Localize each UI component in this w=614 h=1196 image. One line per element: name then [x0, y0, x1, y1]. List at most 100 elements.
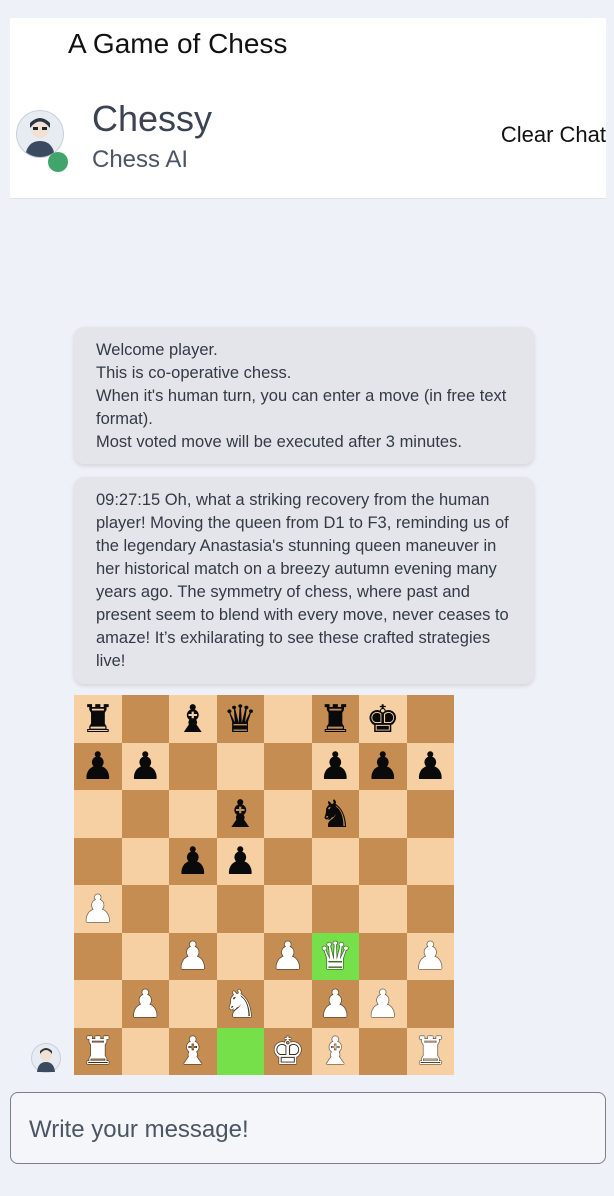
square-d4[interactable]	[216, 885, 264, 933]
bot-avatar-small	[31, 1043, 61, 1073]
white-king-icon[interactable]: ♚	[271, 1032, 305, 1070]
square-g6[interactable]	[359, 790, 407, 838]
square-h5[interactable]	[406, 837, 454, 885]
square-a2[interactable]	[74, 980, 122, 1028]
square-a1[interactable]: ♜	[74, 1027, 122, 1075]
square-g4[interactable]	[359, 885, 407, 933]
square-e5[interactable]	[264, 837, 312, 885]
square-a3[interactable]	[74, 932, 122, 980]
square-a6[interactable]	[74, 790, 122, 838]
square-g3[interactable]	[359, 932, 407, 980]
black-rook-icon[interactable]: ♜	[318, 700, 352, 738]
white-pawn-icon[interactable]: ♟	[413, 937, 447, 975]
square-h2[interactable]	[406, 980, 454, 1028]
square-e7[interactable]	[264, 742, 312, 790]
square-g2[interactable]: ♟	[359, 980, 407, 1028]
square-f5[interactable]	[311, 837, 359, 885]
square-a7[interactable]: ♟	[74, 742, 122, 790]
white-rook-icon[interactable]: ♜	[81, 1032, 115, 1070]
square-b7[interactable]: ♟	[121, 742, 169, 790]
black-pawn-icon[interactable]: ♟	[318, 747, 352, 785]
square-f4[interactable]	[311, 885, 359, 933]
square-h6[interactable]	[406, 790, 454, 838]
square-d5[interactable]: ♟	[216, 837, 264, 885]
message-text: 09:27:15 Oh, what a striking recovery fr…	[96, 491, 514, 670]
square-c7[interactable]	[169, 742, 217, 790]
square-a4[interactable]: ♟	[74, 885, 122, 933]
black-bishop-icon[interactable]: ♝	[176, 700, 210, 738]
black-king-icon[interactable]: ♚	[366, 700, 400, 738]
square-c6[interactable]	[169, 790, 217, 838]
black-pawn-icon[interactable]: ♟	[128, 747, 162, 785]
message-text: Welcome player. This is co-operative che…	[96, 341, 507, 451]
square-f2[interactable]: ♟	[311, 980, 359, 1028]
black-knight-icon[interactable]: ♞	[318, 795, 352, 833]
square-b3[interactable]	[121, 932, 169, 980]
white-pawn-icon[interactable]: ♟	[81, 890, 115, 928]
square-e4[interactable]	[264, 885, 312, 933]
white-pawn-icon[interactable]: ♟	[318, 985, 352, 1023]
white-bishop-icon[interactable]: ♝	[318, 1032, 352, 1070]
square-d8[interactable]: ♛	[216, 695, 264, 743]
white-pawn-icon[interactable]: ♟	[271, 937, 305, 975]
white-bishop-icon[interactable]: ♝	[176, 1032, 210, 1070]
square-b8[interactable]	[121, 695, 169, 743]
square-g8[interactable]: ♚	[359, 695, 407, 743]
square-f1[interactable]: ♝	[311, 1027, 359, 1075]
square-d1[interactable]	[216, 1027, 264, 1075]
square-c3[interactable]: ♟	[169, 932, 217, 980]
square-h1[interactable]: ♜	[406, 1027, 454, 1075]
black-bishop-icon[interactable]: ♝	[223, 795, 257, 833]
square-b4[interactable]	[121, 885, 169, 933]
square-e3[interactable]: ♟	[264, 932, 312, 980]
white-pawn-icon[interactable]: ♟	[176, 937, 210, 975]
bot-subtitle: Chess AI	[92, 146, 189, 173]
square-h4[interactable]	[406, 885, 454, 933]
message-input[interactable]	[27, 1111, 591, 1149]
square-b1[interactable]	[121, 1027, 169, 1075]
square-d2[interactable]: ♞	[216, 980, 264, 1028]
square-c1[interactable]: ♝	[169, 1027, 217, 1075]
square-c4[interactable]	[169, 885, 217, 933]
square-g1[interactable]	[359, 1027, 407, 1075]
square-f7[interactable]: ♟	[311, 742, 359, 790]
square-a5[interactable]	[74, 837, 122, 885]
square-e1[interactable]: ♚	[264, 1027, 312, 1075]
message-composer	[10, 1092, 606, 1164]
chess-board[interactable]: ♜ ♝ ♛ ♜ ♚ ♟ ♟ ♟ ♟ ♟ ♝ ♞ ♟ ♟ ♟ ♟ ♟ ♛ ♟ ♟ ♞ ♟ ♟ ♜ ♝ ♚ ♝ ♜	[74, 695, 454, 1075]
white-queen-icon[interactable]: ♛	[318, 937, 352, 975]
black-rook-icon[interactable]: ♜	[81, 700, 115, 738]
square-e8[interactable]	[264, 695, 312, 743]
black-pawn-icon[interactable]: ♟	[81, 747, 115, 785]
square-f8[interactable]: ♜	[311, 695, 359, 743]
black-pawn-icon[interactable]: ♟	[176, 842, 210, 880]
square-b6[interactable]	[121, 790, 169, 838]
square-a8[interactable]: ♜	[74, 695, 122, 743]
black-pawn-icon[interactable]: ♟	[366, 747, 400, 785]
white-rook-icon[interactable]: ♜	[413, 1032, 447, 1070]
square-h8[interactable]	[406, 695, 454, 743]
square-b5[interactable]	[121, 837, 169, 885]
white-knight-icon[interactable]: ♞	[223, 985, 257, 1023]
clear-chat-button[interactable]: Clear Chat	[501, 122, 606, 148]
square-h7[interactable]: ♟	[406, 742, 454, 790]
square-h3[interactable]: ♟	[406, 932, 454, 980]
square-c8[interactable]: ♝	[169, 695, 217, 743]
square-d6[interactable]: ♝	[216, 790, 264, 838]
black-queen-icon[interactable]: ♛	[223, 700, 257, 738]
black-pawn-icon[interactable]: ♟	[413, 747, 447, 785]
square-d7[interactable]	[216, 742, 264, 790]
square-d3[interactable]	[216, 932, 264, 980]
white-pawn-icon[interactable]: ♟	[366, 985, 400, 1023]
square-g7[interactable]: ♟	[359, 742, 407, 790]
square-b2[interactable]: ♟	[121, 980, 169, 1028]
square-c2[interactable]	[169, 980, 217, 1028]
white-pawn-icon[interactable]: ♟	[128, 985, 162, 1023]
black-pawn-icon[interactable]: ♟	[223, 842, 257, 880]
square-c5[interactable]: ♟	[169, 837, 217, 885]
square-f3[interactable]: ♛	[311, 932, 359, 980]
square-e2[interactable]	[264, 980, 312, 1028]
square-e6[interactable]	[264, 790, 312, 838]
square-f6[interactable]: ♞	[311, 790, 359, 838]
square-g5[interactable]	[359, 837, 407, 885]
